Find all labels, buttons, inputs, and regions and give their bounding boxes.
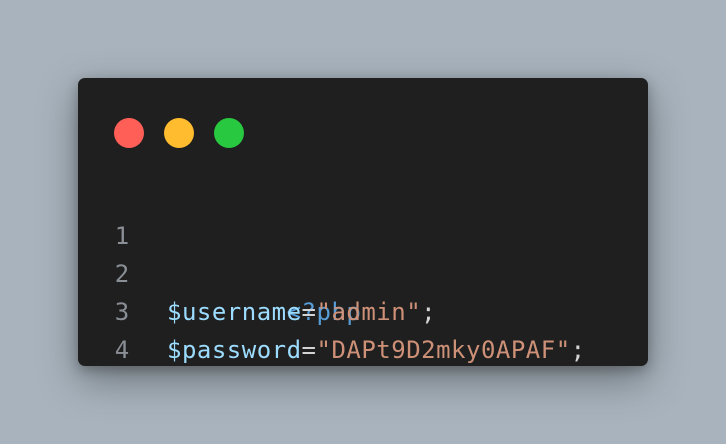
code-block: 1 <?php 2 $username="admin"; 3 $password… [78, 179, 648, 364]
string-token: "DAPt9D2mky0APAF" [316, 336, 571, 364]
variable-token: $password [167, 336, 302, 364]
code-line: 3 $password="DAPt9D2mky0APAF"; [78, 255, 648, 364]
punctuation-token: ; [570, 336, 586, 364]
close-icon[interactable] [114, 118, 144, 148]
window-controls [114, 118, 244, 148]
operator-token: = [301, 336, 317, 364]
code-line: 1 <?php [78, 179, 648, 326]
maximize-icon[interactable] [214, 118, 244, 148]
line-number: 4 [114, 336, 130, 364]
line-source: $password="DAPt9D2mky0APAF"; [167, 331, 586, 369]
code-window: 1 <?php 2 $username="admin"; 3 $password… [78, 78, 648, 366]
code-line: 4 [78, 293, 648, 364]
minimize-icon[interactable] [164, 118, 194, 148]
code-line: 2 $username="admin"; [78, 217, 648, 326]
